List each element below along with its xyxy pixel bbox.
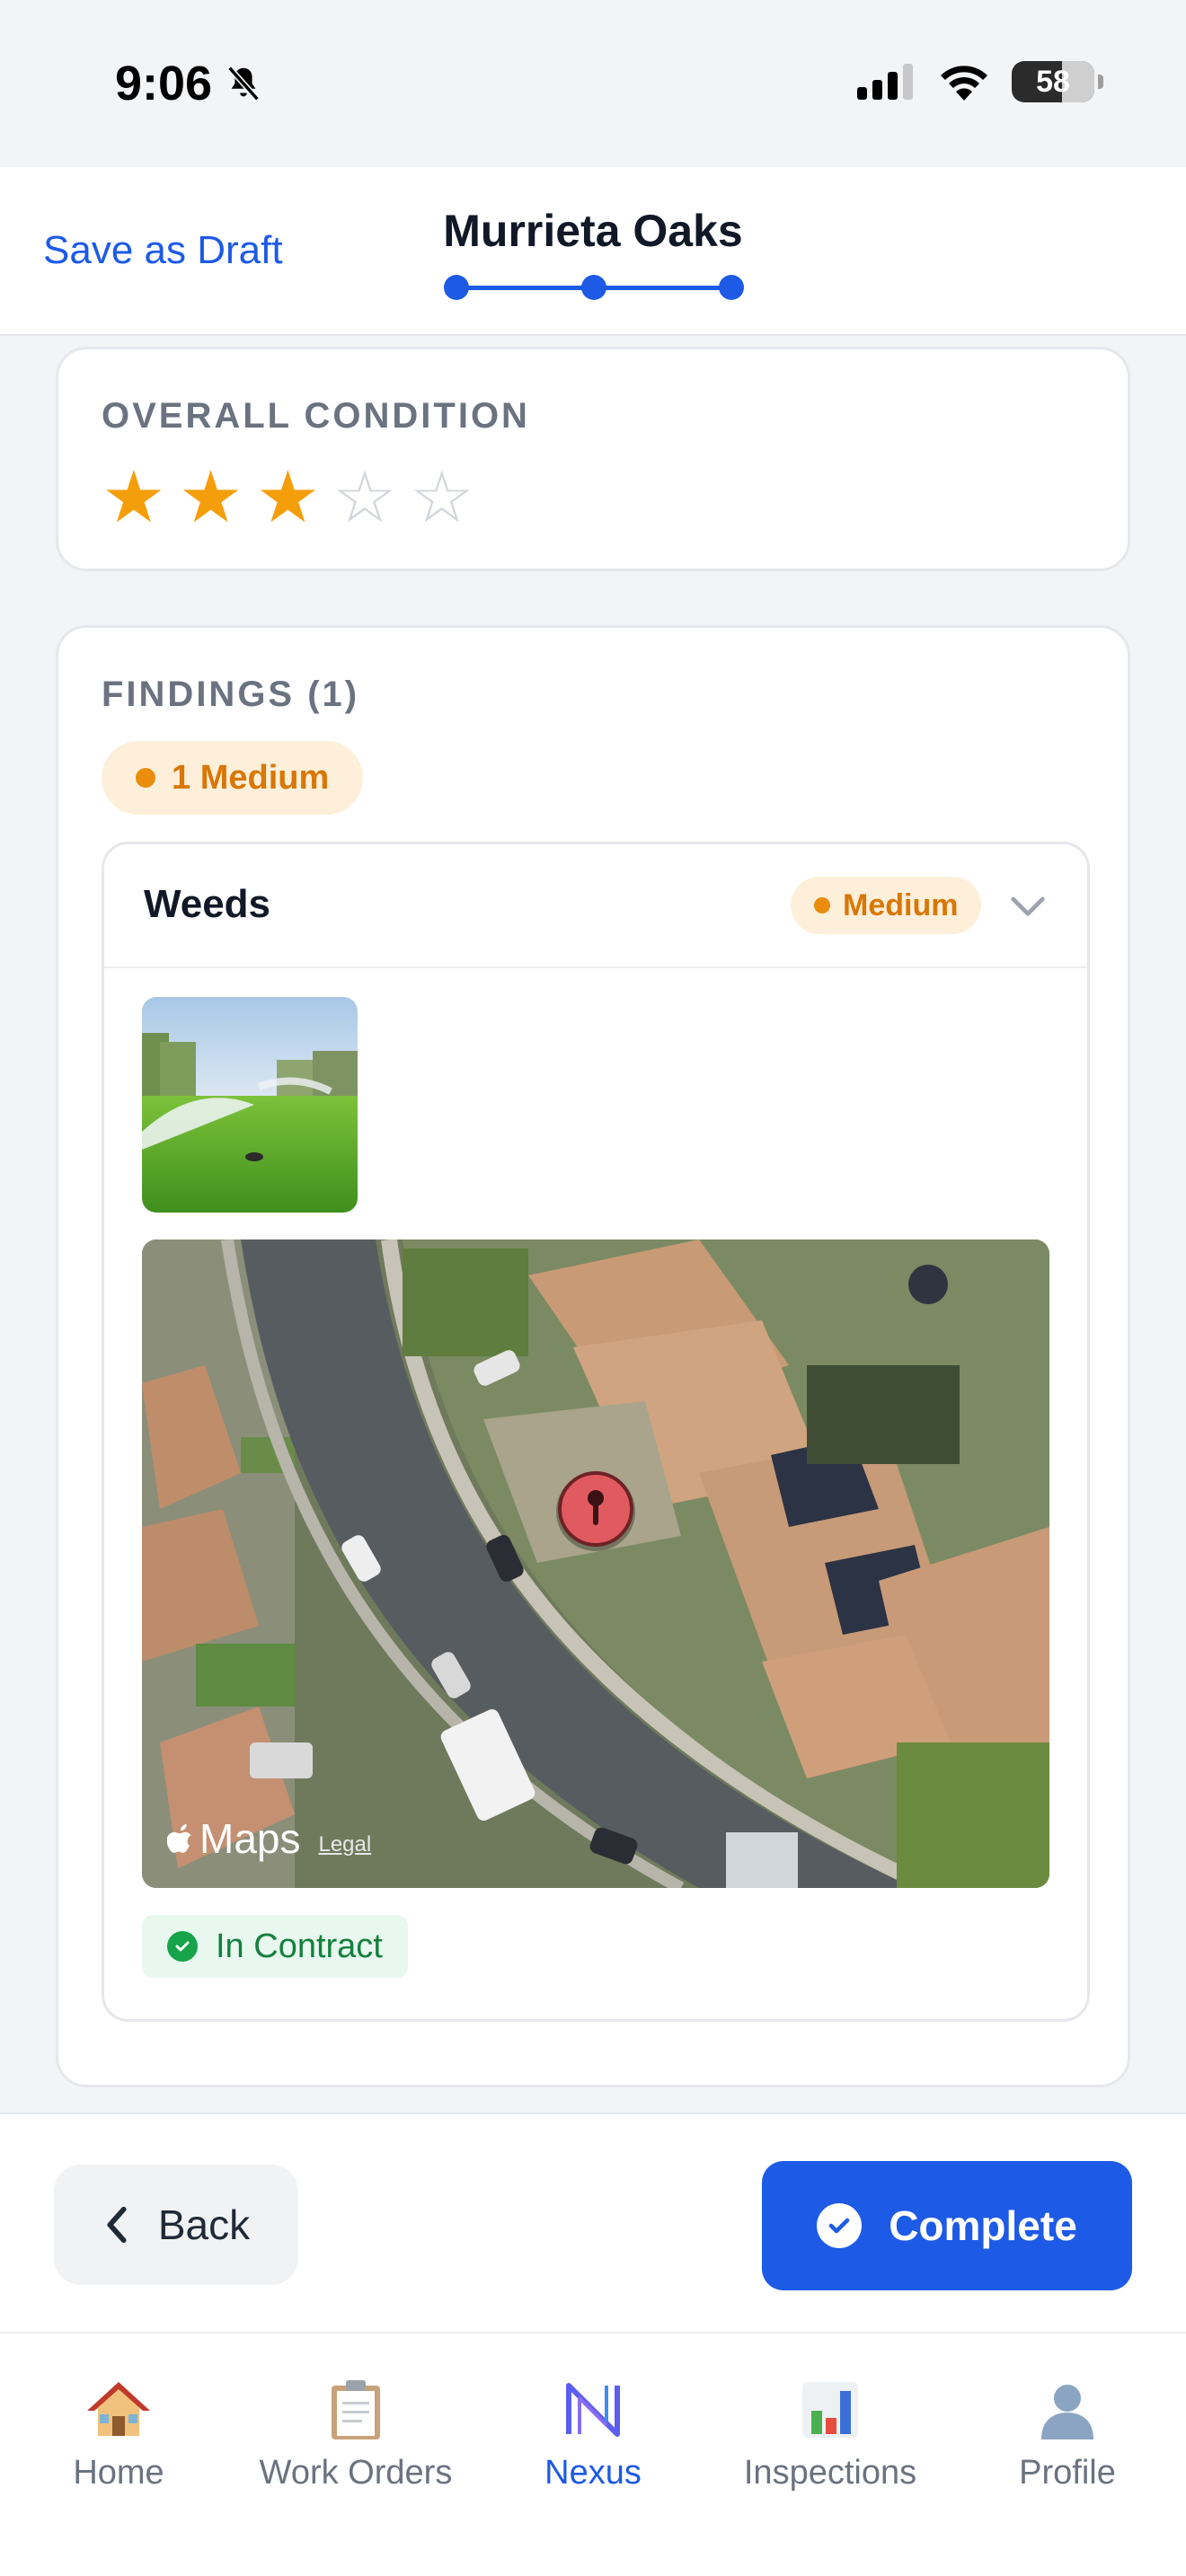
finding-item: Weeds Medium Maps Legal In Contract [102,842,1090,2022]
stepper-step-1 [444,275,469,300]
header: Save as Draft Murrieta Oaks [0,167,1186,336]
tab-inspections[interactable]: Inspections [712,2378,949,2492]
bell-slash-icon [227,66,260,101]
battery-level: 58 [1036,64,1070,99]
check-circle-icon [817,2203,863,2248]
severity-summary-text: 1 Medium [172,758,330,797]
finding-photo[interactable] [142,997,358,1213]
star-filled-icon[interactable]: ★ [179,462,243,534]
battery-icon: 58 [1012,61,1094,102]
wifi-icon [941,66,987,101]
medium-dot-icon [814,897,830,913]
person-icon [1041,2385,1093,2439]
contract-status-text: In Contract [216,1927,383,1965]
tab-label: Work Orders [259,2454,453,2492]
contract-status-badge: In Contract [142,1915,408,1978]
satellite-map [142,1239,1049,1888]
apple-logo-icon [167,1823,191,1853]
map-attribution-text: Maps [199,1815,301,1862]
status-indicators: 58 [857,61,1103,102]
star-empty-icon[interactable]: ☆ [410,462,474,534]
chevron-left-icon [107,2206,127,2244]
star-filled-icon[interactable]: ★ [255,462,320,534]
cellular-signal-icon [857,64,913,100]
findings-label: FINDINGS (1) [102,675,360,714]
map-legal-link[interactable]: Legal [318,1832,371,1857]
overall-condition-card: OVERALL CONDITION ★ ★ ★ ☆ ☆ [56,347,1130,571]
tab-nexus[interactable]: Nexus [474,2378,712,2492]
status-bar: 9:06 58 [0,0,1186,167]
findings-card: FINDINGS (1) 1 Medium Weeds Medium Maps … [56,625,1130,2087]
check-circle-icon [167,1931,198,1962]
complete-button-label: Complete [889,2202,1077,2249]
stepper-step-3 [719,275,744,300]
clock: 9:06 [115,57,213,110]
bar-chart-icon [802,2382,858,2438]
clipboard-icon [332,2380,380,2439]
finding-title: Weeds [144,882,271,926]
stepper-step-2 [581,275,606,300]
tab-label: Profile [1019,2454,1116,2492]
severity-summary-pill: 1 Medium [102,741,364,815]
sprinkler-lawn-photo-icon [142,997,358,1213]
map-attribution: Maps Legal [167,1814,371,1863]
tab-work-orders[interactable]: Work Orders [237,2378,474,2492]
finding-severity-badge: Medium [791,877,982,934]
tab-home[interactable]: Home [0,2378,237,2492]
tab-label: Inspections [743,2454,917,2492]
tab-label: Home [73,2454,164,2492]
finding-header[interactable]: Weeds Medium [104,844,1087,968]
location-map[interactable]: Maps Legal [142,1239,1049,1888]
status-time: 9:06 [115,56,264,111]
tab-bar: Home Work Orders Nexus Inspections Profi… [0,2332,1186,2576]
star-empty-icon[interactable]: ☆ [332,462,397,534]
action-bar: Back Complete [0,2113,1186,2332]
tab-profile[interactable]: Profile [949,2378,1186,2492]
back-button[interactable]: Back [54,2165,298,2285]
battery-tip [1098,75,1103,89]
chevron-down-icon[interactable] [1003,880,1053,931]
complete-button[interactable]: Complete [762,2161,1132,2290]
house-icon [87,2382,150,2436]
finding-severity-text: Medium [843,887,959,922]
back-button-label: Back [157,2201,251,2248]
star-filled-icon[interactable]: ★ [102,462,166,534]
tab-label: Nexus [544,2454,642,2492]
page-title: Murrieta Oaks [443,206,743,256]
nexus-logo-icon [566,2383,620,2437]
star-rating[interactable]: ★ ★ ★ ☆ ☆ [102,462,1128,534]
progress-stepper [444,275,744,300]
medium-dot-icon [136,768,155,788]
overall-condition-label: OVERALL CONDITION [102,396,530,436]
